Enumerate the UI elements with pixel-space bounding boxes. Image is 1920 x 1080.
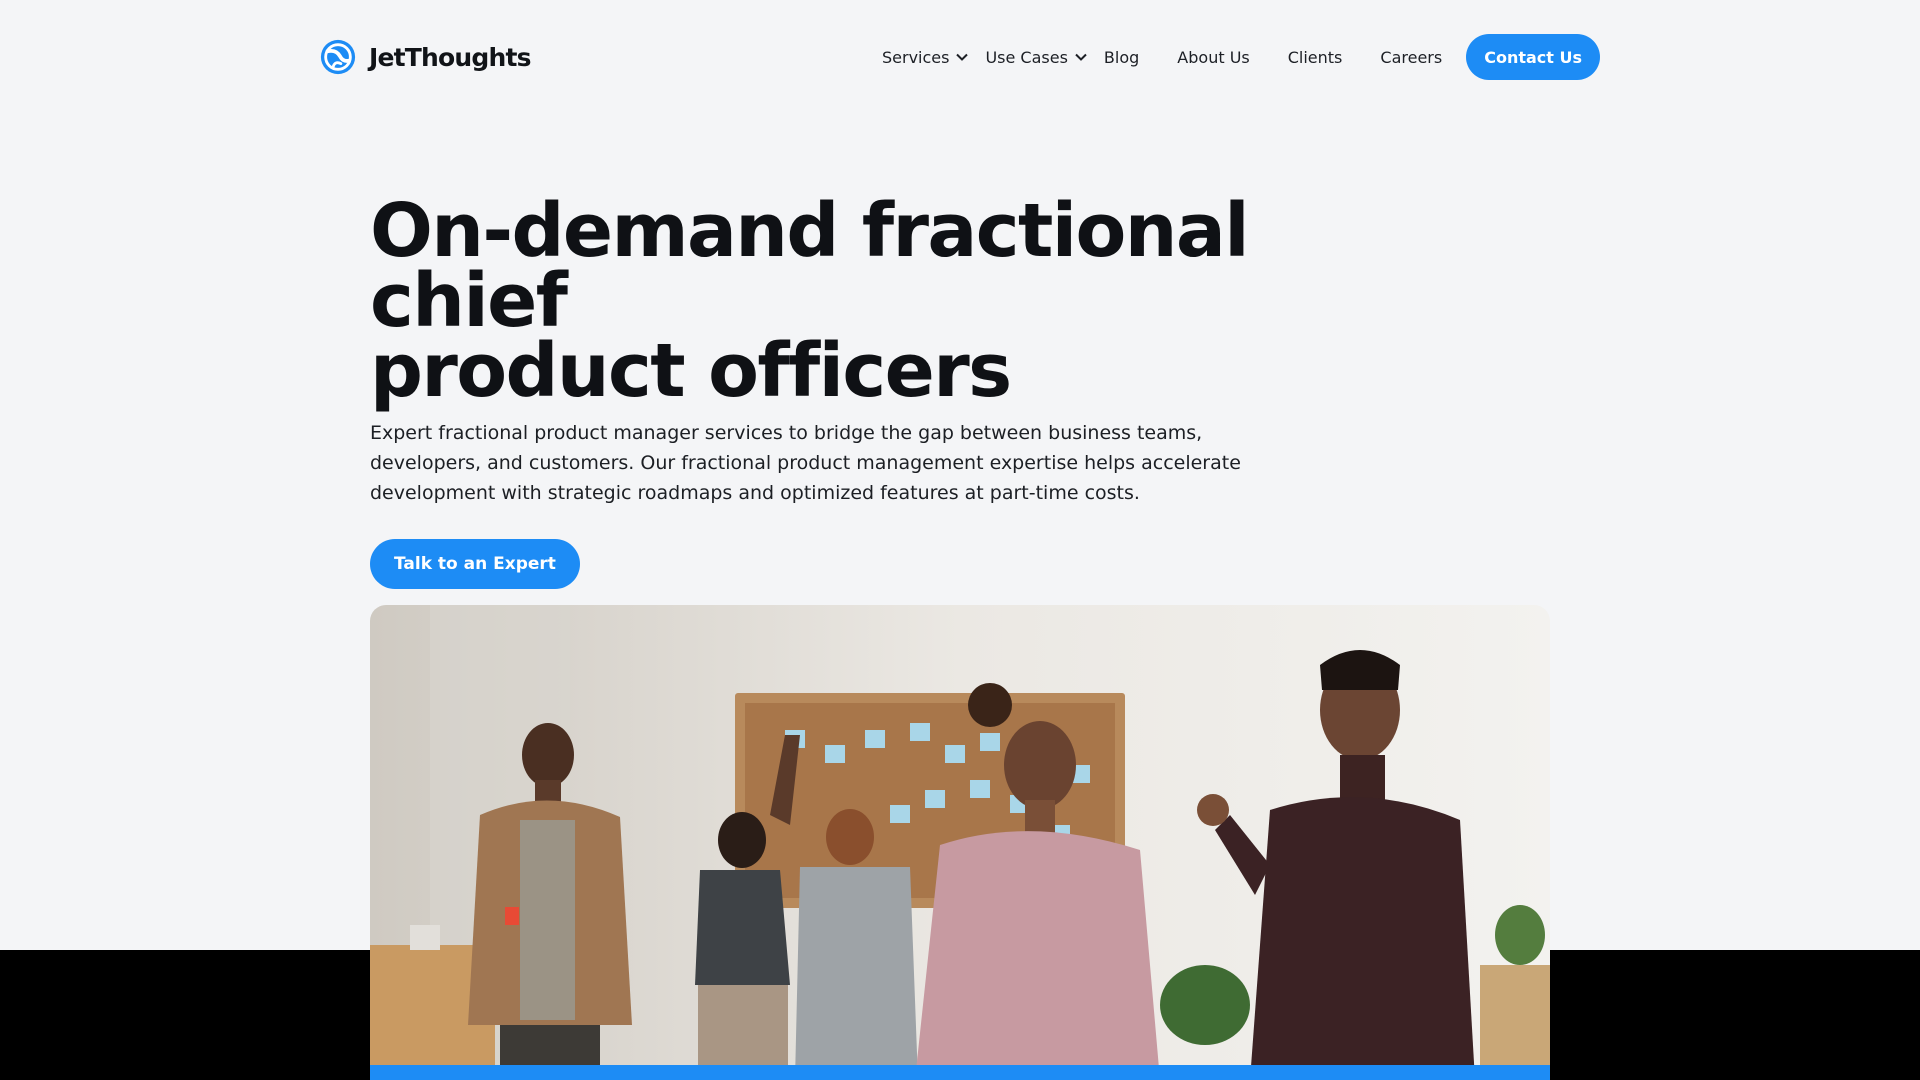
globe-logo-icon [320,39,356,75]
brand-name: JetThoughts [369,42,532,72]
accent-strip [370,1065,1550,1080]
nav-blog[interactable]: Blog [1104,48,1139,67]
chevron-down-icon [956,53,969,61]
site-header: JetThoughts Services Use Cases Blog Abou… [0,0,1920,114]
nav-clients[interactable]: Clients [1288,48,1343,67]
main-nav: Services Use Cases Blog About Us Clients… [882,34,1600,80]
nav-services[interactable]: Services [882,48,969,67]
nav-services-label: Services [881,47,950,67]
hero-title: On-demand fractional chief product offic… [370,194,1370,408]
talk-to-expert-button[interactable]: Talk to an Expert [370,539,580,589]
chevron-down-icon [1075,53,1087,61]
hero-title-line-2: product officers [370,328,1012,414]
team-meeting-illustration [370,605,1550,1080]
hero-description: Expert fractional product manager servic… [370,422,1241,504]
team-meeting-photo [370,605,1550,1080]
hero-section: On-demand fractional chief product offic… [370,194,1370,589]
contact-us-button[interactable]: Contact Us [1466,34,1600,80]
nav-use-cases[interactable]: Use Cases [985,48,1087,67]
hero-title-line-1: On-demand fractional chief [370,188,1250,344]
nav-about[interactable]: About Us [1177,48,1249,67]
brand-logo[interactable]: JetThoughts [319,37,532,77]
nav-careers[interactable]: Careers [1380,48,1442,67]
nav-use-cases-label: Use Cases [985,47,1068,67]
